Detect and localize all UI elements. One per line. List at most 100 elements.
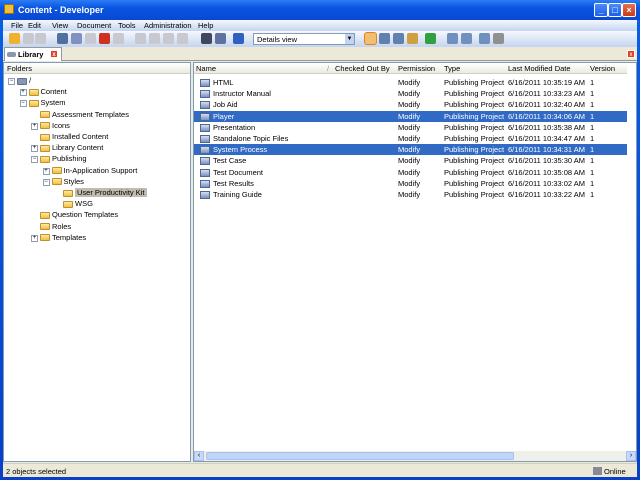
get-latest-icon[interactable]	[479, 33, 490, 44]
folder-icon	[40, 211, 50, 219]
table-row[interactable]: Presentation Modify Publishing Project 6/16…	[194, 122, 627, 133]
split-view-icon[interactable]	[393, 33, 404, 44]
tree-collapse-icon[interactable]: −	[31, 156, 38, 164]
publish-icon[interactable]	[407, 33, 418, 44]
column-header[interactable]: Name	[196, 64, 216, 73]
table-row[interactable]: Instructor Manual Modify Publishing Projec…	[194, 88, 627, 99]
menu-document[interactable]: Document	[77, 21, 111, 30]
spell-check-icon[interactable]	[215, 33, 226, 44]
tree-expand-icon[interactable]: +	[31, 122, 38, 130]
menu-edit[interactable]: Edit	[28, 21, 41, 30]
table-row[interactable]: Job Aid Modify Publishing Project 6/16/2011…	[194, 99, 627, 110]
tree-collapse-icon[interactable]: −	[19, 100, 27, 108]
tree-item[interactable]: In-Application Support	[51, 165, 138, 177]
cell-name: Player	[213, 111, 235, 121]
tree-item-label: In-Application Support	[63, 165, 138, 175]
tree-item[interactable]: Assessment Templates	[40, 110, 129, 121]
lock-icon[interactable]	[493, 33, 504, 44]
find-icon[interactable]	[201, 33, 212, 44]
tree-item[interactable]: Question Templates	[40, 210, 118, 221]
maximize-button[interactable]: □	[608, 3, 622, 17]
cell-name: Training Guide	[213, 190, 262, 199]
close-all-icon[interactable]: x	[627, 50, 635, 58]
tree-item[interactable]: System	[28, 98, 66, 109]
scroll-right-button[interactable]: ›	[626, 451, 636, 461]
menu-tools[interactable]: Tools	[118, 21, 136, 30]
table-row[interactable]: Test Document Modify Publishing Project 6/1…	[194, 167, 627, 178]
table-row[interactable]: System Process Modify Publishing Project 6/…	[194, 144, 627, 156]
column-header[interactable]: Permission	[398, 64, 435, 73]
tree-expand-icon[interactable]: +	[31, 145, 38, 153]
help-icon[interactable]	[233, 33, 244, 44]
tree-item[interactable]: WSG	[63, 199, 93, 210]
menu-file[interactable]: File	[11, 21, 23, 30]
back-icon[interactable]	[163, 33, 174, 44]
table-row[interactable]: Training Guide Modify Publishing Project 6/…	[194, 189, 627, 200]
column-header[interactable]: Checked Out By	[335, 64, 390, 73]
close-button[interactable]: ×	[622, 3, 636, 17]
table-row[interactable]: Test Results Modify Publishing Project 6/16…	[194, 178, 627, 189]
cell-modified: 6/16/2011 10:35:30 AM	[508, 156, 586, 166]
tree-collapse-icon[interactable]: −	[42, 178, 50, 186]
tree-expand-icon[interactable]: +	[19, 89, 27, 97]
menu-bar: File Edit View Document Tools Administration H…	[3, 20, 637, 31]
view-select[interactable]: Details view ▼	[253, 33, 355, 45]
publishing-project-icon	[200, 146, 210, 155]
scroll-left-button[interactable]: ‹	[194, 451, 204, 461]
check-in-icon[interactable]	[447, 33, 458, 44]
print-icon[interactable]	[35, 33, 46, 44]
publishing-project-icon	[200, 157, 210, 166]
tree-item[interactable]: Publishing	[40, 154, 87, 165]
cell-permission: Modify	[398, 89, 421, 99]
horizontal-scrollbar[interactable]: ‹ ›	[194, 451, 636, 461]
tree-collapse-icon[interactable]: −	[8, 78, 15, 85]
details-view-icon[interactable]	[364, 32, 377, 45]
tree-item-label: Assessment Templates	[52, 109, 129, 119]
tree-item[interactable]: /	[17, 76, 31, 87]
check-out-icon[interactable]	[461, 33, 472, 44]
tree-item[interactable]: Styles	[51, 176, 84, 188]
open-icon[interactable]	[9, 33, 20, 44]
column-header[interactable]: Type	[444, 64, 460, 73]
cell-permission: Modify	[398, 190, 421, 199]
publishing-project-icon	[200, 179, 210, 188]
tree-item[interactable]: Installed Content	[40, 132, 108, 143]
undo-icon[interactable]	[135, 33, 146, 44]
tree-item-label: User Productivity Kit	[75, 188, 147, 197]
scroll-thumb[interactable]	[206, 452, 514, 460]
properties-icon[interactable]	[113, 33, 124, 44]
paste-icon[interactable]	[85, 33, 96, 44]
tree-item-label: Library Content	[52, 143, 104, 153]
tree-item[interactable]: Icons	[40, 121, 70, 132]
tree-expand-icon[interactable]: +	[42, 167, 50, 175]
list-view-icon[interactable]	[379, 33, 390, 44]
tree-item[interactable]: User Productivity Kit	[63, 188, 147, 199]
chevron-down-icon[interactable]: ▼	[345, 34, 354, 44]
tab-library[interactable]: Library x	[4, 47, 62, 61]
tree-item[interactable]: Content	[28, 87, 67, 98]
close-tab-icon[interactable]: x	[50, 50, 58, 58]
tree-item-label: Styles	[63, 176, 84, 186]
save-icon[interactable]	[23, 33, 34, 44]
tree-item[interactable]: Roles	[40, 222, 71, 233]
menu-view[interactable]: View	[52, 21, 68, 30]
menu-administration[interactable]: Administration	[144, 21, 192, 30]
refresh-icon[interactable]	[425, 33, 436, 44]
menu-help[interactable]: Help	[198, 21, 213, 30]
delete-icon[interactable]	[99, 33, 110, 44]
cut-icon[interactable]	[57, 33, 68, 44]
table-row[interactable]: HTML Modify Publishing Project 6/16/2011 10…	[194, 77, 627, 88]
tree-expand-icon[interactable]: +	[31, 234, 38, 242]
column-header[interactable]: Version	[590, 64, 615, 73]
table-row[interactable]: Player Modify Publishing Project 6/16/2011 …	[194, 110, 627, 122]
tree-item[interactable]: Library Content	[40, 143, 103, 154]
forward-icon[interactable]	[177, 33, 188, 44]
table-row[interactable]: Standalone Topic Files Modify Publishing P…	[194, 133, 627, 144]
table-row[interactable]: Test Case Modify Publishing Project 6/16/20…	[194, 155, 627, 166]
minimize-button[interactable]: _	[594, 3, 608, 17]
redo-icon[interactable]	[149, 33, 160, 44]
tree-item[interactable]: Templates	[40, 233, 86, 244]
cell-modified: 6/16/2011 10:33:23 AM	[508, 89, 586, 99]
column-header[interactable]: Last Modified Date	[508, 64, 571, 73]
copy-icon[interactable]	[71, 33, 82, 44]
